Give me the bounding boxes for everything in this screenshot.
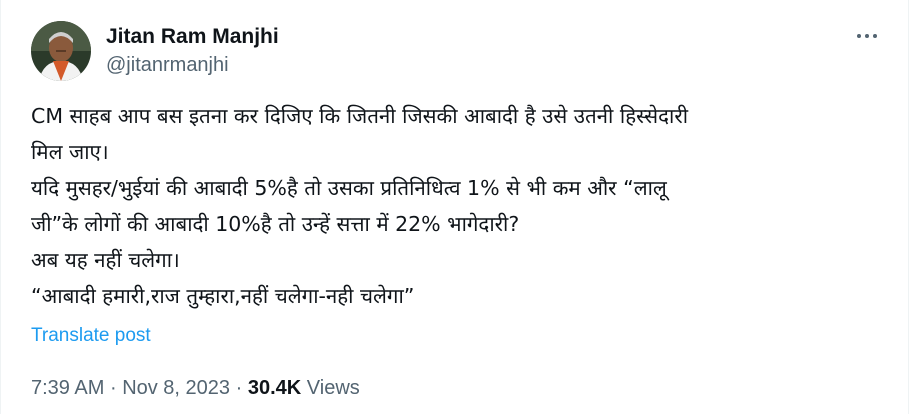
post-card: Jitan Ram Manjhi @jitanrmanjhi CM साहब आ…	[0, 0, 909, 414]
translate-post-link[interactable]: Translate post	[31, 323, 151, 349]
post-time-link[interactable]: 7:39 AM · Nov 8, 2023	[31, 377, 230, 399]
post-text-line: “आबादी हमारी,राज तुम्हारा,नहीं चलेगा-नही…	[31, 284, 415, 308]
post-text-line: जी”के लोगों की आबादी 10%है तो उन्हें सत्…	[31, 212, 520, 236]
more-options-button[interactable]	[852, 24, 882, 48]
post-text-line: मिल जाए।	[31, 140, 109, 164]
author-display-name[interactable]: Jitan Ram Manjhi	[106, 24, 279, 50]
more-horizontal-icon	[865, 34, 869, 38]
author-handle[interactable]: @jitanrmanjhi	[106, 52, 279, 78]
views-count: 30.4K	[247, 377, 302, 399]
meta-separator: ·	[235, 377, 243, 399]
post-meta: 7:39 AM · Nov 8, 2023 · 30.4K Views	[31, 374, 360, 402]
post-date: Nov 8, 2023	[122, 377, 231, 399]
post-text-line: अब यह नहीं चलेगा।	[31, 248, 180, 272]
author-identity: Jitan Ram Manjhi @jitanrmanjhi	[106, 24, 279, 78]
post-text-line: यदि मुसहर/भुईयां की आबादी 5%है तो उसका प…	[31, 176, 667, 200]
post-header: Jitan Ram Manjhi @jitanrmanjhi	[31, 20, 279, 82]
more-horizontal-icon	[857, 34, 861, 38]
post-time: 7:39 AM	[31, 377, 105, 399]
post-text-line: CM साहब आप बस इतना कर दिजिए कि जितनी जिस…	[31, 104, 689, 128]
avatar-image	[31, 21, 91, 81]
meta-separator: ·	[109, 377, 117, 399]
post-text: CM साहब आप बस इतना कर दिजिए कि जितनी जिस…	[31, 98, 881, 314]
more-horizontal-icon	[873, 34, 877, 38]
views-label: Views	[306, 377, 360, 399]
avatar[interactable]	[31, 21, 91, 81]
